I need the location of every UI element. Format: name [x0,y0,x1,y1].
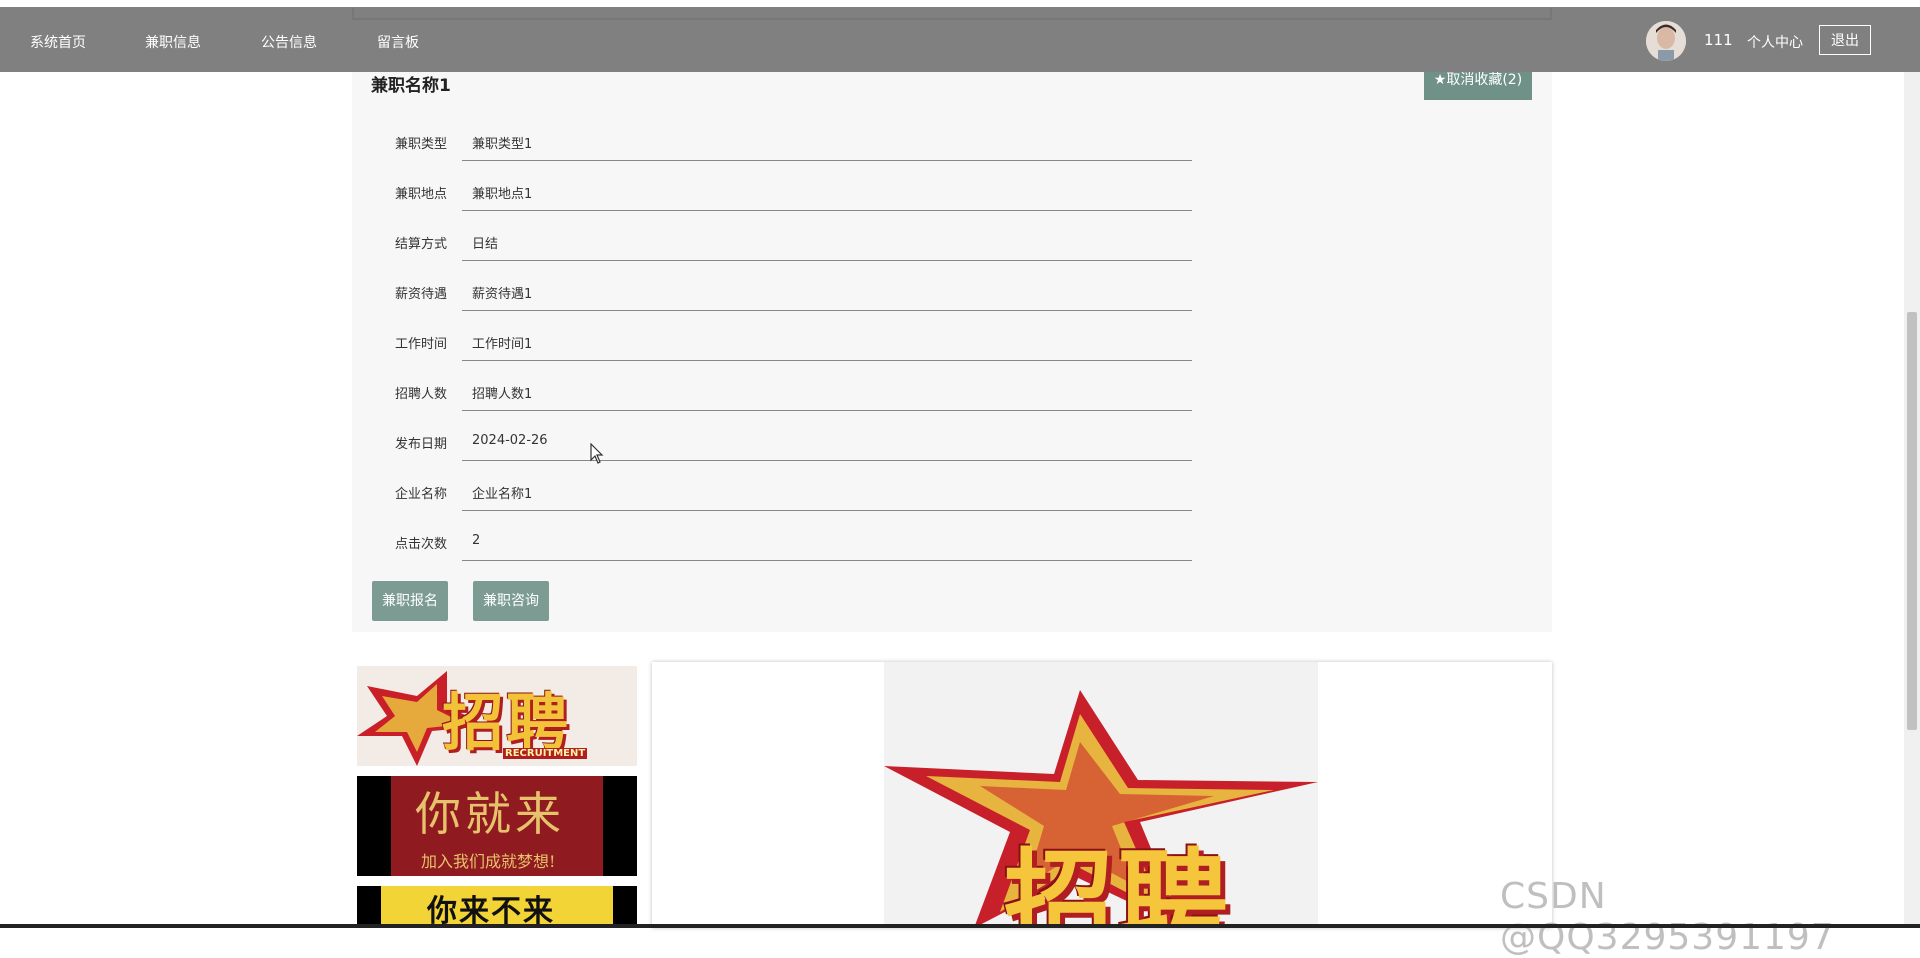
field-divider [462,210,1192,211]
field-divider [462,310,1192,311]
top-strip [0,0,1920,7]
nav-item-message-board[interactable]: 留言板 [377,32,419,52]
field-value-headcount: 招聘人数1 [472,387,533,402]
field-value-publish-date: 2024-02-26 [472,433,548,448]
field-value-type: 兼职类型1 [472,137,533,152]
main-image-title: 招聘 [1004,838,1232,928]
field-label-type: 兼职类型 [395,137,448,152]
field-value-location: 兼职地点1 [472,187,533,202]
thumb3-title: 你来不来 [427,894,555,924]
field-value-work-time: 工作时间1 [472,337,533,352]
thumb1-subtitle: RECRUITMENT [503,748,588,759]
field-divider [462,160,1192,161]
field-value-settlement: 日结 [472,237,499,252]
logout-button[interactable]: 退出 [1819,25,1871,55]
field-label-publish-date: 发布日期 [395,437,448,452]
main-image-frame: 招聘 [652,662,1552,928]
field-divider [462,560,1192,561]
thumbnail-join-us[interactable]: 你就来 加入我们成就梦想! [357,776,637,876]
field-divider [462,260,1192,261]
field-divider [462,510,1192,511]
nav-item-notices[interactable]: 公告信息 [261,32,317,52]
nav-item-home[interactable]: 系统首页 [30,32,86,52]
thumb2-subtitle: 加入我们成就梦想! [421,852,556,871]
scrollbar-thumb[interactable] [1907,312,1917,730]
bottom-edge [0,924,1920,928]
thumb2-title: 你就来 [415,787,565,841]
watermark: CSDN @QQ3295391197 [1500,876,1835,958]
field-label-work-time: 工作时间 [395,337,448,352]
field-label-clicks: 点击次数 [395,537,448,552]
field-divider [462,360,1192,361]
field-label-salary: 薪资待遇 [395,287,448,302]
thumbnail-recruit[interactable]: 招聘 RECRUITMENT [357,666,637,766]
field-label-headcount: 招聘人数 [395,387,448,402]
user-name: 111 [1704,31,1733,49]
consult-button[interactable]: 兼职咨询 [473,581,549,621]
nav-item-jobs[interactable]: 兼职信息 [145,32,201,52]
field-label-company: 企业名称 [395,487,448,502]
field-divider [462,410,1192,411]
user-center-link[interactable]: 个人中心 [1747,32,1803,52]
thumbnail-come-or-not[interactable]: 你来不来 [357,886,637,924]
field-value-company: 企业名称1 [472,487,533,502]
mouse-cursor-icon [590,443,604,464]
field-value-salary: 薪资待遇1 [472,287,533,302]
apply-button[interactable]: 兼职报名 [372,581,448,621]
avatar-icon [1646,21,1686,61]
job-title: 兼职名称1 [371,76,451,96]
previous-section-edge [352,8,1552,20]
field-label-settlement: 结算方式 [395,237,448,252]
main-recruit-image: 招聘 [884,662,1318,928]
field-label-location: 兼职地点 [395,187,448,202]
field-value-clicks: 2 [472,533,481,548]
avatar[interactable] [1646,21,1686,61]
field-divider [462,460,1192,461]
